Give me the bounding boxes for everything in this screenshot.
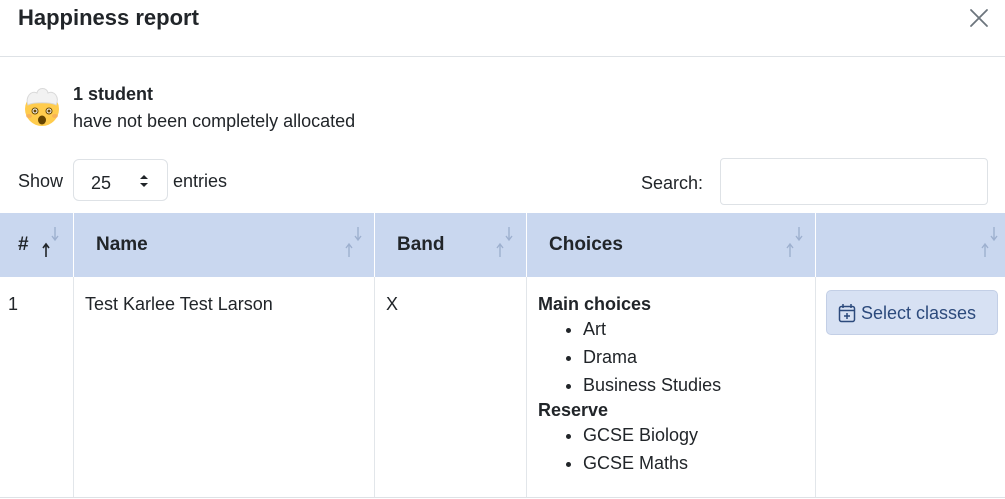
unallocated-count: 1 student bbox=[73, 84, 154, 104]
sort-icon bbox=[786, 227, 803, 257]
column-divider bbox=[374, 213, 375, 277]
column-divider bbox=[374, 277, 375, 497]
list-item: Drama bbox=[583, 343, 808, 371]
column-header-band-label: Band bbox=[397, 234, 445, 255]
modal-title: Happiness report bbox=[18, 5, 199, 30]
list-item: GCSE Biology bbox=[583, 421, 808, 449]
select-classes-label: Select classes bbox=[861, 303, 977, 323]
column-header-choices[interactable]: Choices bbox=[526, 213, 815, 277]
list-item: GCSE Maths bbox=[583, 449, 808, 477]
sort-icon bbox=[345, 227, 362, 257]
entries-label: entries bbox=[173, 171, 228, 191]
column-header-actions[interactable] bbox=[815, 213, 1005, 277]
student-band: X bbox=[386, 294, 399, 314]
list-item: Business Studies bbox=[583, 371, 808, 399]
unallocated-message: have not been completely allocated bbox=[73, 111, 356, 131]
column-header-band[interactable]: Band bbox=[374, 213, 526, 277]
sort-ascending-icon bbox=[42, 227, 59, 257]
calendar-plus-icon bbox=[838, 304, 856, 323]
column-divider bbox=[526, 213, 527, 277]
modal-header: Happiness report bbox=[0, 0, 1005, 57]
column-divider bbox=[526, 277, 527, 497]
sort-icon bbox=[981, 227, 998, 257]
entries-select-value: 25 bbox=[91, 173, 112, 193]
main-choices-list: Art Drama Business Studies bbox=[538, 315, 808, 399]
search-input[interactable] bbox=[720, 158, 988, 205]
table-header: # Name Band Choices bbox=[0, 213, 1005, 277]
column-divider bbox=[815, 213, 816, 277]
reserve-choices-list: GCSE Biology GCSE Maths bbox=[538, 421, 808, 477]
column-header-choices-label: Choices bbox=[549, 234, 623, 255]
select-classes-button[interactable]: Select classes bbox=[826, 290, 998, 335]
reserve-choices-heading: Reserve bbox=[538, 400, 609, 420]
exploding-head-emoji-icon bbox=[25, 88, 59, 126]
column-divider bbox=[73, 277, 74, 497]
student-name: Test Karlee Test Larson bbox=[85, 294, 273, 314]
column-header-number-label: # bbox=[18, 234, 29, 255]
column-header-name[interactable]: Name bbox=[73, 213, 374, 277]
row-number: 1 bbox=[8, 294, 19, 314]
sort-caret-icon bbox=[140, 175, 148, 187]
show-label: Show bbox=[18, 171, 64, 191]
table-bottom-border bbox=[0, 497, 1005, 498]
sort-icon bbox=[496, 227, 513, 257]
column-header-number[interactable]: # bbox=[0, 213, 73, 277]
close-button[interactable] bbox=[966, 5, 992, 31]
main-choices-heading: Main choices bbox=[538, 294, 652, 314]
column-divider bbox=[815, 277, 816, 497]
entries-select[interactable]: 25 bbox=[73, 159, 168, 201]
choices-cell: Main choices Art Drama Business Studies … bbox=[538, 293, 808, 477]
close-icon[interactable] bbox=[966, 5, 992, 31]
search-label: Search: bbox=[641, 173, 704, 193]
column-divider bbox=[73, 213, 74, 277]
column-header-name-label: Name bbox=[96, 234, 148, 255]
list-item: Art bbox=[583, 315, 808, 343]
unallocated-alert: 1 student have not been completely alloc… bbox=[22, 83, 522, 133]
